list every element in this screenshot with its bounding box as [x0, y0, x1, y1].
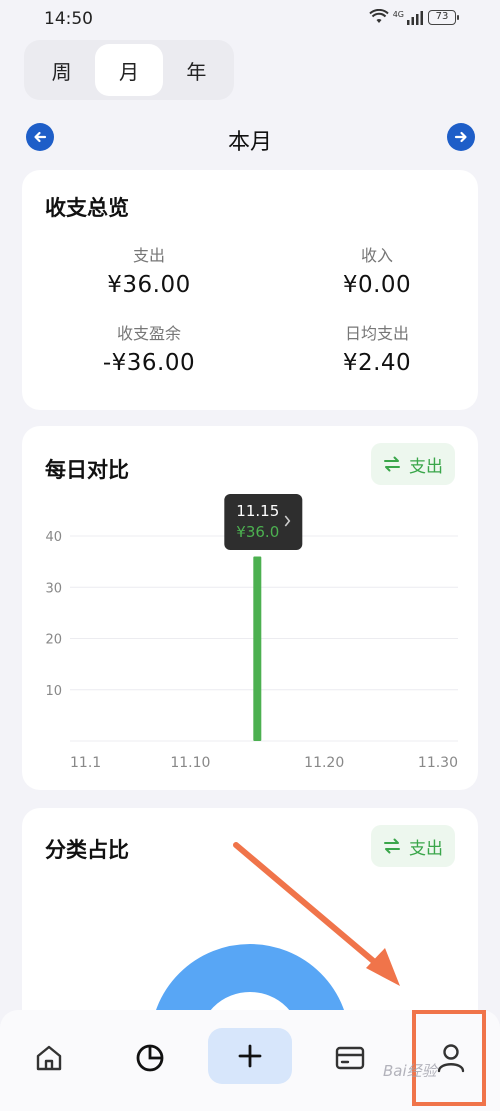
wifi-icon	[369, 9, 389, 23]
y-tick-label: 20	[45, 633, 62, 648]
next-month-button[interactable]	[447, 123, 475, 151]
stat-label: 收入	[360, 246, 393, 265]
stat-label: 日均支出	[344, 324, 409, 343]
pie-chart-icon	[136, 1044, 164, 1072]
nav-stats[interactable]	[130, 1038, 170, 1078]
toggle-label: 支出	[409, 838, 443, 859]
stat-value: -¥36.00	[102, 350, 196, 376]
bottom-nav	[0, 1010, 500, 1111]
tooltip-value: ¥36.0	[236, 523, 279, 541]
daily-compare-title: 每日对比	[45, 458, 129, 482]
period-tabs: 周 月 年	[24, 40, 234, 100]
arrow-right-icon	[454, 131, 467, 143]
stat-label: 收支盈余	[116, 324, 181, 343]
stat-label: 支出	[132, 246, 165, 265]
y-tick-label: 40	[45, 530, 62, 545]
overview-title: 收支总览	[45, 196, 129, 220]
daily-type-toggle[interactable]: 支出	[371, 443, 455, 485]
nav-home[interactable]	[29, 1038, 69, 1078]
tab-week[interactable]: 周	[28, 44, 95, 96]
month-nav: 本月	[0, 118, 500, 158]
swap-icon	[384, 456, 400, 472]
stat-expense: 支出 ¥36.00	[49, 242, 249, 298]
category-type-toggle[interactable]: 支出	[371, 825, 455, 867]
tab-year[interactable]: 年	[163, 44, 230, 96]
wallet-icon	[335, 1046, 365, 1070]
x-tick-label: 11.20	[304, 755, 344, 771]
plus-icon	[238, 1044, 262, 1068]
y-tick-label: 10	[45, 684, 62, 699]
signal-icon	[407, 10, 423, 25]
profile-icon	[437, 1044, 465, 1073]
tab-month[interactable]: 月	[95, 44, 163, 96]
nav-wallet[interactable]	[330, 1038, 370, 1078]
y-tick-label: 30	[45, 581, 62, 596]
stat-balance: 收支盈余 -¥36.00	[49, 320, 249, 376]
tooltip-date: 11.15	[236, 502, 279, 520]
toggle-label: 支出	[409, 456, 443, 477]
stat-value: ¥36.00	[107, 272, 191, 298]
stat-value: ¥0.00	[342, 272, 412, 298]
status-bar: 14:50 4G 73	[0, 0, 500, 38]
stat-value: ¥2.40	[342, 350, 412, 376]
nav-profile[interactable]	[431, 1038, 471, 1078]
daily-compare-card: 10 20 30 40 11.1 11.10 11.20 11.30 11.15 ¥36.0 每日…	[22, 426, 478, 790]
status-time: 14:50	[44, 9, 93, 29]
x-tick-label: 11.10	[170, 755, 210, 771]
add-record-button[interactable]	[208, 1028, 292, 1084]
stat-daily-avg: 日均支出 ¥2.40	[277, 320, 477, 376]
category-ratio-title: 分类占比	[45, 838, 129, 862]
home-icon	[36, 1045, 62, 1071]
overview-card: 收支总览 支出 ¥36.00 收入 ¥0.00 收支盈余 -¥36.00 日均支…	[22, 170, 478, 410]
swap-icon	[384, 838, 400, 854]
x-tick-label: 11.1	[70, 755, 101, 771]
stat-income: 收入 ¥0.00	[277, 242, 477, 298]
battery-icon: 73	[428, 9, 459, 25]
status-icons: 4G 73	[369, 9, 459, 25]
month-title: 本月	[227, 130, 272, 155]
bar[interactable]	[253, 556, 262, 742]
x-tick-label: 11.30	[418, 755, 458, 771]
network-type: 4G	[392, 10, 404, 19]
